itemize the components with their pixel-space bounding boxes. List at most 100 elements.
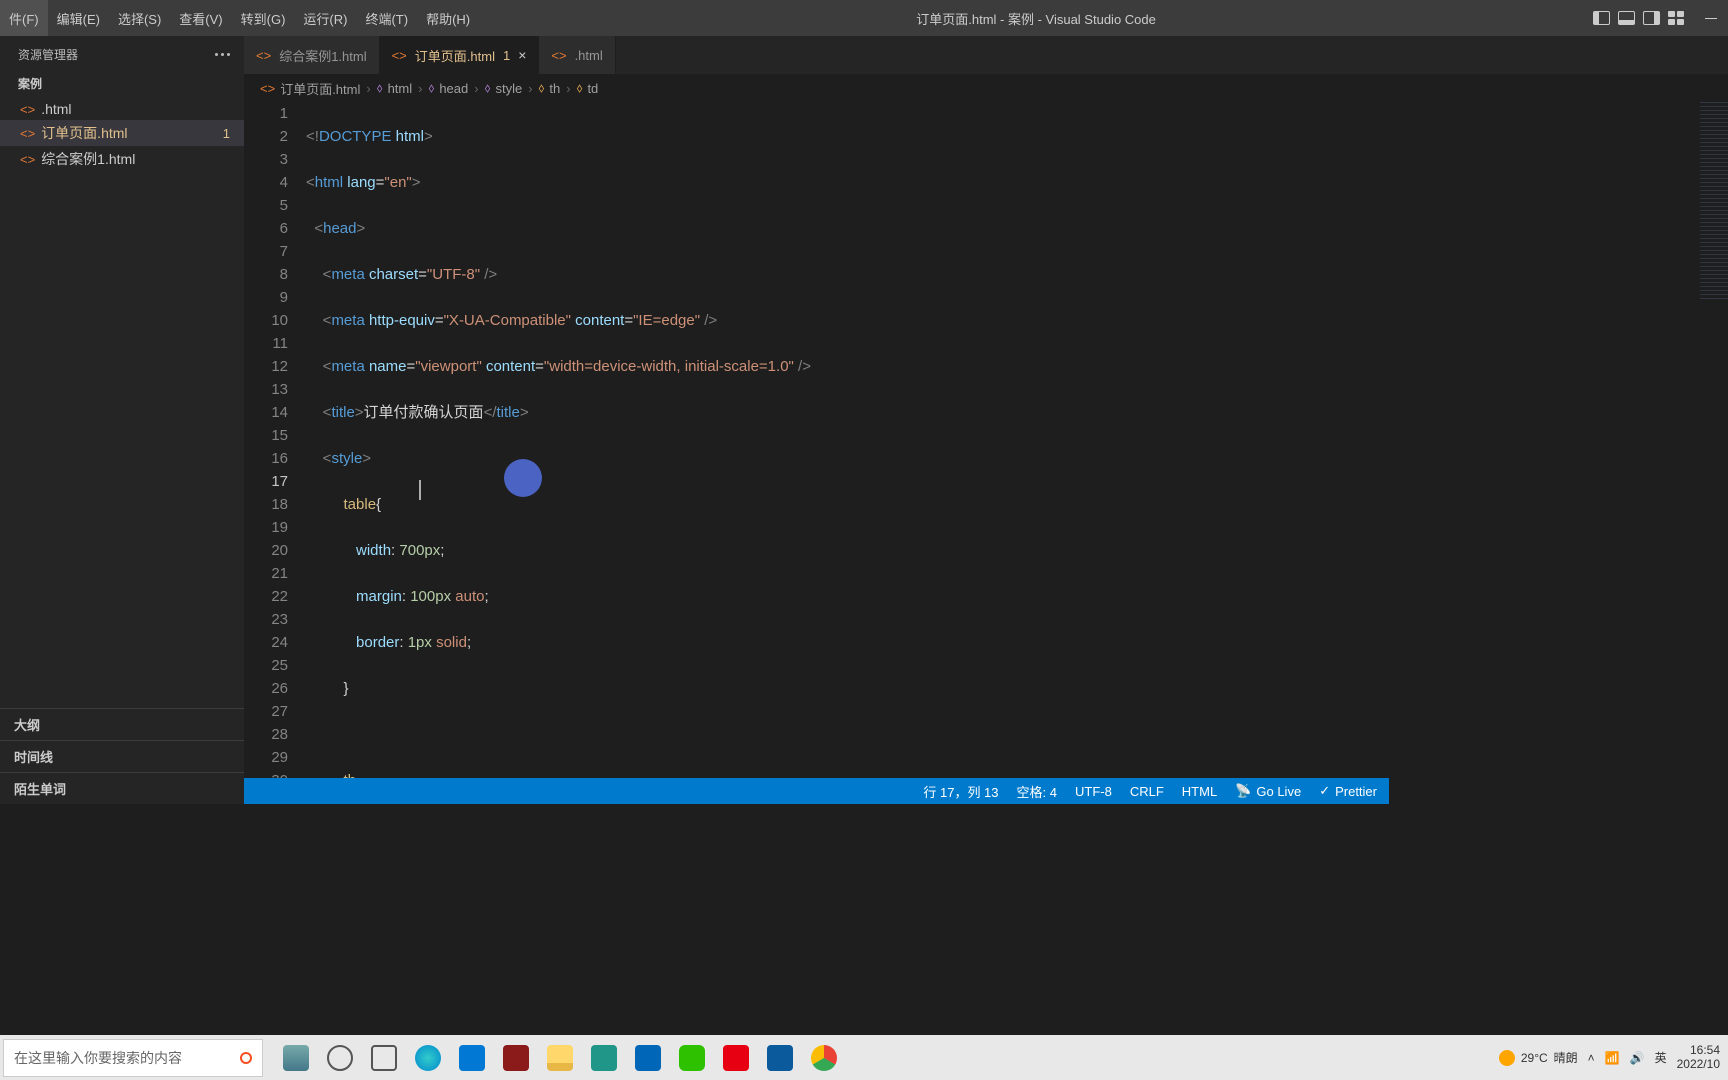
window-title: 订单页面.html - 案例 - Visual Studio Code xyxy=(479,9,1593,28)
window-minimize-icon[interactable] xyxy=(1694,0,1728,36)
layout-left-icon[interactable] xyxy=(1593,11,1610,25)
tab[interactable]: <> .html xyxy=(539,36,615,74)
breadcrumb-item[interactable]: style xyxy=(495,81,522,96)
clock-date[interactable]: 2022/10 xyxy=(1677,1058,1720,1071)
file-label: .html xyxy=(41,101,71,117)
status-eol[interactable]: CRLF xyxy=(1130,784,1164,799)
cortana-icon xyxy=(240,1052,252,1064)
chrome-icon[interactable] xyxy=(811,1045,837,1071)
file-dirty-badge: 1 xyxy=(223,126,230,141)
more-icon[interactable] xyxy=(215,53,230,56)
app-icon[interactable] xyxy=(503,1045,529,1071)
status-lang[interactable]: HTML xyxy=(1182,784,1217,799)
unknown-words-section[interactable]: 陌生单词 xyxy=(0,772,244,804)
status-indent[interactable]: 空格: 4 xyxy=(1017,782,1057,801)
html-file-icon: <> xyxy=(551,48,566,63)
system-tray: 29°C 晴朗 ˄ 📶 🔊 英 16:54 2022/10 xyxy=(1499,1044,1728,1070)
edge-icon[interactable] xyxy=(415,1045,441,1071)
explorer-icon[interactable] xyxy=(547,1045,573,1071)
timeline-section[interactable]: 时间线 xyxy=(0,740,244,772)
workspace-title[interactable]: 案例 xyxy=(0,69,244,98)
tab-active[interactable]: <> 订单页面.html 1 × xyxy=(380,36,540,74)
menu-go[interactable]: 转到(G) xyxy=(232,0,295,36)
taskbar-search[interactable]: 在这里输入你要搜索的内容 xyxy=(3,1039,263,1077)
status-cursor-pos[interactable]: 行 17，列 13 xyxy=(923,782,998,801)
menu-file[interactable]: 件(F) xyxy=(0,0,48,36)
css-selector-icon: ⬨ xyxy=(539,80,545,96)
store-icon[interactable] xyxy=(591,1045,617,1071)
tag-icon: ⬨ xyxy=(485,80,491,96)
breadcrumb-item[interactable]: td xyxy=(587,81,598,96)
layout-bottom-icon[interactable] xyxy=(1618,11,1635,25)
code-content[interactable]: <!DOCTYPE html> <html lang="en"> <head> … xyxy=(306,102,811,804)
tab-label: .html xyxy=(575,48,603,63)
file-item-active[interactable]: <> 订单页面.html 1 xyxy=(0,120,244,146)
chevron-up-icon[interactable]: ˄ xyxy=(1588,1051,1595,1065)
html-file-icon: <> xyxy=(20,152,35,167)
explorer-label: 资源管理器 xyxy=(18,46,78,63)
clock-time[interactable]: 16:54 xyxy=(1677,1044,1720,1057)
task-view-icon[interactable] xyxy=(283,1045,309,1071)
menu-view[interactable]: 查看(V) xyxy=(170,0,231,36)
menu-selection[interactable]: 选择(S) xyxy=(109,0,170,36)
code-editor[interactable]: 1 2 3 4 5 6 7 8 9 10 11 12 13 14 15 16 1… xyxy=(244,102,1728,804)
menu-run[interactable]: 运行(R) xyxy=(294,0,356,36)
menu-edit[interactable]: 编辑(E) xyxy=(48,0,109,36)
weather-desc: 晴朗 xyxy=(1554,1049,1578,1066)
statusbar: 行 17，列 13 空格: 4 UTF-8 CRLF HTML 📡Go Live… xyxy=(244,778,1389,804)
css-selector-icon: ⬨ xyxy=(577,80,583,96)
wechat-icon[interactable] xyxy=(679,1045,705,1071)
text-cursor xyxy=(419,480,421,500)
titlebar: 件(F) 编辑(E) 选择(S) 查看(V) 转到(G) 运行(R) 终端(T)… xyxy=(0,0,1728,36)
line-gutter: 1 2 3 4 5 6 7 8 9 10 11 12 13 14 15 16 1… xyxy=(244,102,306,804)
volume-icon[interactable]: 🔊 xyxy=(1630,1051,1645,1065)
menu-terminal[interactable]: 终端(T) xyxy=(356,0,417,36)
search-placeholder: 在这里输入你要搜索的内容 xyxy=(14,1048,182,1068)
outline-section[interactable]: 大纲 xyxy=(0,708,244,740)
mail-icon[interactable] xyxy=(459,1045,485,1071)
breadcrumb-item[interactable]: html xyxy=(388,81,413,96)
layout-right-icon[interactable] xyxy=(1643,11,1660,25)
circle-icon[interactable] xyxy=(327,1045,353,1071)
tabs-bar: <> 综合案例1.html <> 订单页面.html 1 × <> .html xyxy=(244,36,1728,74)
file-label: 综合案例1.html xyxy=(41,149,135,169)
vscode-icon[interactable] xyxy=(635,1045,661,1071)
ime-indicator[interactable]: 英 xyxy=(1655,1049,1667,1066)
minimap[interactable] xyxy=(1700,102,1728,302)
menu-help[interactable]: 帮助(H) xyxy=(417,0,479,36)
breadcrumb-item[interactable]: 订单页面.html xyxy=(280,79,360,98)
html-file-icon: <> xyxy=(260,81,275,96)
html-file-icon: <> xyxy=(20,102,35,117)
youdao-icon[interactable] xyxy=(723,1045,749,1071)
menubar: 件(F) 编辑(E) 选择(S) 查看(V) 转到(G) 运行(R) 终端(T)… xyxy=(0,0,479,36)
breadcrumb-item[interactable]: head xyxy=(439,81,468,96)
status-golive[interactable]: 📡Go Live xyxy=(1235,783,1301,799)
status-prettier[interactable]: ✓Prettier xyxy=(1319,783,1377,799)
status-encoding[interactable]: UTF-8 xyxy=(1075,784,1112,799)
taskbar: 在这里输入你要搜索的内容 29°C 晴朗 ˄ 📶 🔊 英 16:54 2022/… xyxy=(0,1035,1728,1080)
html-file-icon: <> xyxy=(392,48,407,63)
layout-grid-icon[interactable] xyxy=(1668,11,1684,25)
sun-icon xyxy=(1499,1050,1515,1066)
file-label: 订单页面.html xyxy=(41,123,127,143)
tab-label: 综合案例1.html xyxy=(279,46,366,65)
file-item[interactable]: <> .html xyxy=(0,98,244,120)
breadcrumb-item[interactable]: th xyxy=(549,81,560,96)
weather-temp: 29°C xyxy=(1521,1051,1548,1065)
cursor-highlight-icon xyxy=(504,459,542,497)
tab[interactable]: <> 综合案例1.html xyxy=(244,36,380,74)
tag-icon: ⬨ xyxy=(428,80,434,96)
task-switcher-icon[interactable] xyxy=(371,1045,397,1071)
sidebar: 资源管理器 案例 <> .html <> 订单页面.html 1 <> 综合案例… xyxy=(0,36,244,804)
weather-widget[interactable]: 29°C 晴朗 xyxy=(1499,1049,1578,1066)
breadcrumb[interactable]: <>订单页面.html › ⬨html › ⬨head › ⬨style › ⬨… xyxy=(244,74,1728,102)
html-file-icon: <> xyxy=(20,126,35,141)
tab-label: 订单页面.html xyxy=(415,46,495,65)
network-icon[interactable]: 📶 xyxy=(1605,1051,1620,1065)
broadcast-icon: 📡 xyxy=(1235,783,1251,799)
close-icon[interactable]: × xyxy=(518,47,526,63)
check-icon: ✓ xyxy=(1319,783,1330,799)
file-item[interactable]: <> 综合案例1.html xyxy=(0,146,244,172)
html-file-icon: <> xyxy=(256,48,271,63)
video-icon[interactable] xyxy=(767,1045,793,1071)
